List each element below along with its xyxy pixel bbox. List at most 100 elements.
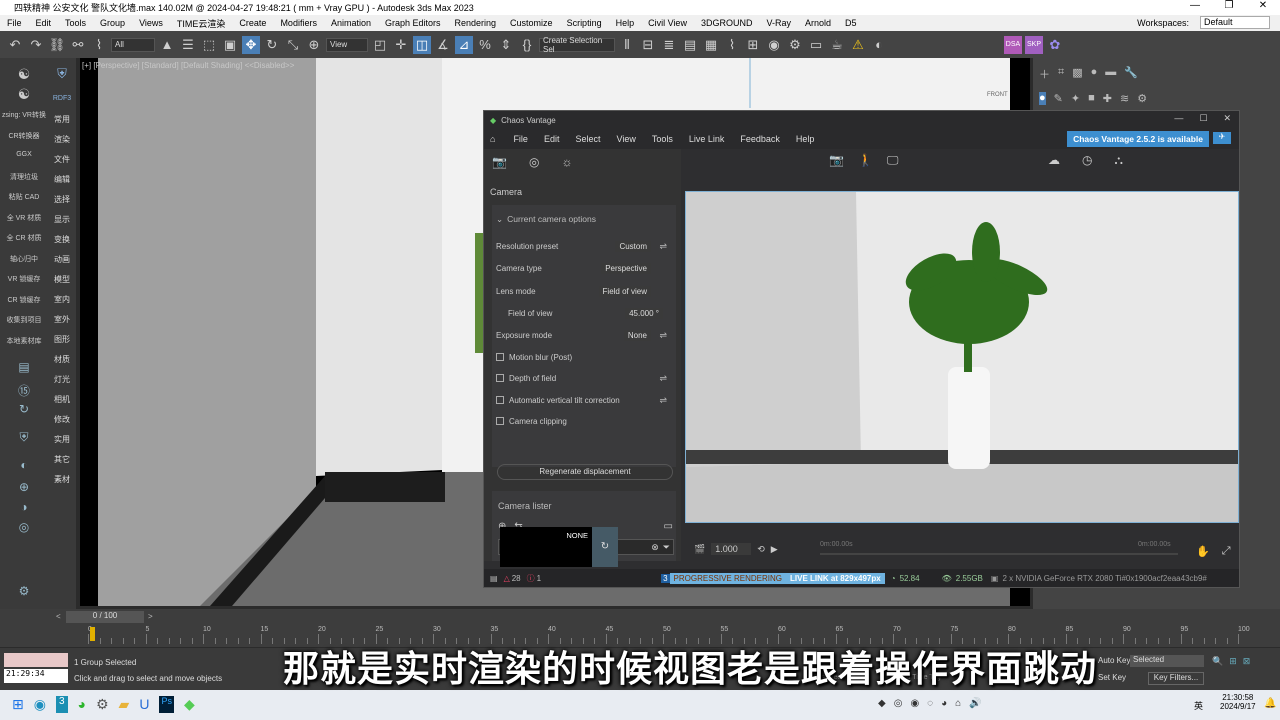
edge-icon[interactable]: ◉ — [34, 696, 46, 713]
globe-icon[interactable]: ⊕ — [0, 480, 48, 494]
frame-ruler[interactable]: 0510152025303540455055606570758085909510… — [88, 626, 1250, 646]
checkbox[interactable] — [496, 417, 504, 425]
vantage-render-view[interactable] — [685, 191, 1239, 523]
cameras-icon[interactable]: ■ — [1088, 92, 1095, 105]
clapper-icon[interactable]: 🎬 — [694, 544, 705, 555]
number-icon[interactable]: ⑮ — [0, 382, 48, 399]
warning-icon[interactable]: ⚠ — [849, 36, 867, 54]
error-circle-icon[interactable]: ⓘ — [527, 573, 535, 584]
walk-mode-icon[interactable]: 🚶 — [858, 153, 873, 168]
cn-tab[interactable]: 素材 — [48, 474, 76, 485]
steam-icon[interactable]: ◎ — [894, 698, 903, 709]
3dsmax-taskbar-icon[interactable]: 3 — [55, 696, 68, 713]
frame-slider[interactable]: 0 / 100 — [66, 611, 144, 623]
gear-icon[interactable]: ⚙ — [0, 584, 48, 598]
prev-frame-icon[interactable]: < — [56, 612, 61, 621]
warning-triangle-icon[interactable]: △ — [504, 574, 510, 583]
rect-region-icon[interactable]: ⬚ — [200, 36, 218, 54]
motion-tab-icon[interactable]: ● — [1091, 66, 1098, 82]
menu-item[interactable]: Graph Editors — [378, 18, 448, 28]
refresh-camera-icon[interactable]: ↻ — [592, 527, 618, 567]
wechat-tray-icon[interactable]: ◕ — [941, 698, 947, 709]
adjust-icon[interactable]: ⇌ — [659, 395, 667, 406]
named-sets-icon[interactable]: {} — [518, 36, 536, 54]
move-icon[interactable]: ✥ — [242, 35, 260, 54]
cn-tab[interactable]: 渲染 — [48, 134, 76, 145]
place-icon[interactable]: ⊕ — [305, 36, 323, 54]
plugin-item[interactable]: CR转换器 — [0, 131, 48, 141]
menu-item[interactable]: TIME云渲染 — [170, 17, 233, 30]
cn-tab[interactable]: 选择 — [48, 194, 76, 205]
plugin-item[interactable]: 全 CR 材质 — [0, 233, 48, 243]
color-icon[interactable]: ◐ — [0, 458, 48, 472]
selection-filter[interactable]: All — [111, 37, 155, 52]
vantage-menu-item[interactable]: Edit — [536, 134, 568, 144]
helpers-icon[interactable]: ✚ — [1103, 92, 1112, 105]
menu-item[interactable]: D5 — [838, 18, 864, 28]
photoshop-icon[interactable]: Ps — [159, 696, 174, 713]
plugin-item[interactable]: 轴心归中 — [0, 254, 48, 264]
percent-icon[interactable]: % — [476, 36, 494, 54]
vantage-menu-item[interactable]: File — [505, 134, 536, 144]
plugin-item[interactable]: zsing: VR转换 — [0, 110, 48, 120]
vantage-minimize-icon[interactable]: — — [1174, 113, 1183, 124]
environment-tab-icon[interactable]: ☼ — [561, 155, 572, 169]
layers-icon[interactable]: ▤ — [0, 360, 48, 374]
cn-tab[interactable]: 相机 — [48, 394, 76, 405]
cn-tab[interactable]: 灯光 — [48, 374, 76, 385]
plugin-logo-icon[interactable]: ☯ — [0, 66, 48, 83]
cn-tab[interactable]: 室内 — [48, 294, 76, 305]
cn-tab[interactable]: 文件 — [48, 154, 76, 165]
dsa-icon[interactable]: DSA — [1004, 35, 1022, 54]
shapes-icon[interactable]: ✎ — [1054, 92, 1063, 105]
menu-item[interactable]: Edit — [29, 18, 59, 28]
cn-tab[interactable]: 常用 — [48, 114, 76, 125]
viewport-label[interactable]: [+] [Perspective] [Standard] [Default Sh… — [82, 61, 294, 70]
schematic-icon[interactable]: ⊞ — [744, 36, 762, 54]
menu-item[interactable]: Civil View — [641, 18, 694, 28]
cn-tab[interactable]: 实用 — [48, 434, 76, 445]
menu-item[interactable]: Group — [93, 18, 132, 28]
uplay-icon[interactable]: U — [139, 696, 149, 713]
filter-icon[interactable]: ⏷ — [663, 542, 670, 553]
minimize-icon[interactable]: — — [1178, 0, 1212, 11]
menu-item[interactable]: V-Ray — [759, 18, 798, 28]
hierarchy-tab-icon[interactable]: ▩ — [1072, 66, 1082, 82]
post-effects-icon[interactable]: ⛬ — [1114, 153, 1122, 168]
vantage-menu-item[interactable]: View — [608, 134, 643, 144]
select-object-icon[interactable]: ▲ — [158, 36, 176, 54]
plugin-item[interactable]: 清理垃圾 — [0, 172, 48, 182]
option-value[interactable]: None — [623, 329, 651, 341]
plugin-logo2-icon[interactable]: ☯ — [0, 86, 48, 103]
log-icon[interactable]: ▤ — [490, 574, 498, 583]
vantage-maximize-icon[interactable]: ☐ — [1199, 113, 1207, 124]
pin-icon[interactable]: ✈ — [1213, 132, 1231, 144]
zoom-extents-icon[interactable]: ⊠ — [1243, 656, 1251, 667]
camera-thumbnail[interactable]: NONE — [500, 527, 592, 567]
current-frame-marker[interactable] — [90, 627, 95, 641]
network-icon[interactable]: ⌂ — [955, 698, 961, 709]
menu-item[interactable]: Views — [132, 18, 170, 28]
loop-icon[interactable]: ⟲ — [757, 544, 765, 555]
vantage-menu-item[interactable]: Help — [788, 134, 823, 144]
explorer-icon[interactable]: ▰ — [119, 696, 130, 713]
link-icon[interactable]: ⛓ — [48, 36, 66, 54]
home-icon[interactable]: ⌂ — [490, 134, 495, 144]
render-frame-icon[interactable]: ▭ — [807, 36, 825, 54]
cn-tab[interactable]: 显示 — [48, 214, 76, 225]
cn-tab[interactable]: 其它 — [48, 454, 76, 465]
systems-icon[interactable]: ⚙ — [1137, 92, 1147, 105]
key-mode-select[interactable]: Selected — [1130, 655, 1204, 667]
material-editor-icon[interactable]: ◉ — [765, 36, 783, 54]
folder-add-icon[interactable]: ▭ — [664, 521, 673, 532]
pivot-icon[interactable]: ◰ — [371, 36, 389, 54]
volume-icon[interactable]: 🔊 — [969, 698, 981, 709]
spinner-snap-icon[interactable]: ⇕ — [497, 36, 515, 54]
modify-tab-icon[interactable]: ⌗ — [1058, 66, 1064, 82]
maximize-icon[interactable]: ❐ — [1212, 0, 1246, 11]
cn-tab[interactable]: 图形 — [48, 334, 76, 345]
cn-tab[interactable]: 材质 — [48, 354, 76, 365]
render-icon[interactable]: ☕ — [828, 36, 846, 54]
viewcube-label[interactable]: FRONT — [987, 92, 1008, 98]
wechat-icon[interactable]: ◕ — [78, 696, 86, 713]
